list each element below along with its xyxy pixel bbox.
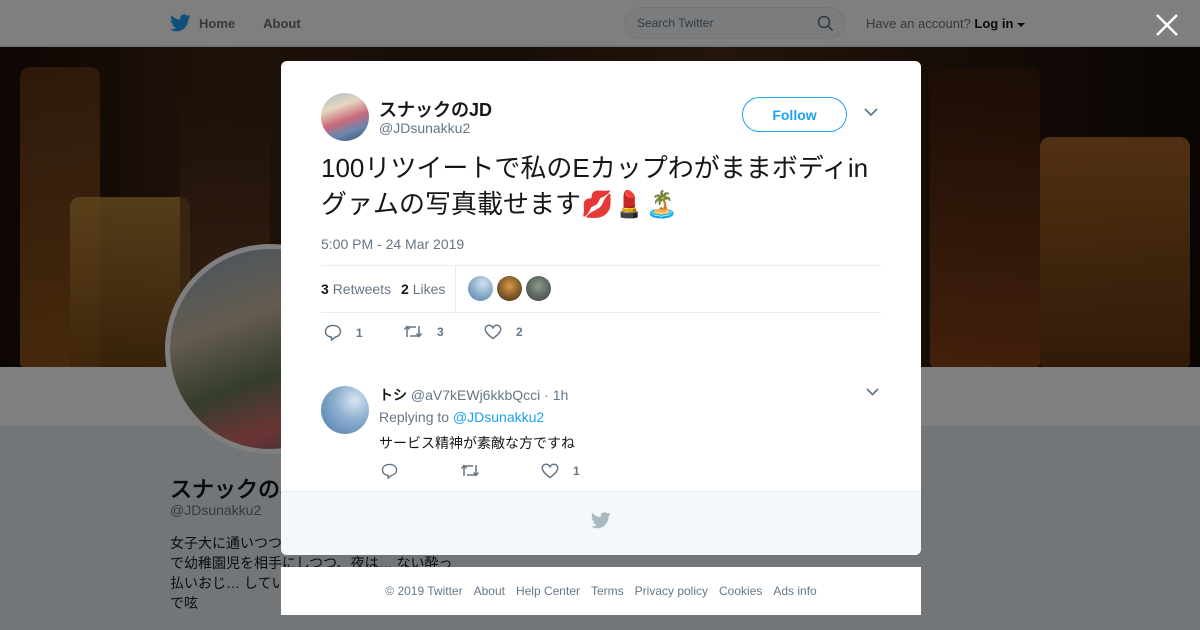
reply-actions: 1 <box>381 463 681 483</box>
reply-author-avatar[interactable] <box>321 386 369 434</box>
chevron-down-icon[interactable] <box>864 108 878 117</box>
liker-avatar[interactable] <box>468 276 493 301</box>
tweet-actions: 1 3 2 <box>321 324 621 344</box>
reply-icon <box>381 463 398 479</box>
reply-like-count: 1 <box>573 464 580 478</box>
like-count: 2 <box>516 325 523 339</box>
footer-link-about[interactable]: About <box>474 584 505 598</box>
reply-button[interactable]: 1 <box>324 324 363 341</box>
footer-link-help-center[interactable]: Help Center <box>516 584 580 598</box>
footer-copyright: © 2019 Twitter <box>385 584 463 598</box>
close-icon[interactable] <box>1154 12 1180 38</box>
tweet-text: 100リツイートで私のEカップわがままボディinグァムの写真載せます💋💄🏝️ <box>321 153 869 219</box>
footer-link-cookies[interactable]: Cookies <box>719 584 762 598</box>
tweet-author-avatar[interactable] <box>321 93 369 141</box>
footer-link-terms[interactable]: Terms <box>591 584 624 598</box>
reply-retweet-button[interactable] <box>460 463 480 478</box>
reply-text: サービス精神が素敵な方ですね <box>379 435 575 451</box>
replying-to-link[interactable]: @JDsunakku2 <box>453 409 544 425</box>
reply-header: トシ @aV7kEWj6kkbQcci · 1h <box>379 385 568 405</box>
retweets-count: 3 <box>321 281 329 297</box>
retweet-button[interactable]: 3 <box>403 324 444 339</box>
follow-button[interactable]: Follow <box>742 97 847 132</box>
tweet-author-handle[interactable]: @JDsunakku2 <box>379 120 470 136</box>
modal-footer <box>281 491 921 555</box>
reply-like-button[interactable]: 1 <box>541 463 580 479</box>
retweet-icon <box>403 325 423 338</box>
retweet-icon <box>460 464 480 477</box>
reply-reply-button[interactable] <box>381 463 398 479</box>
footer-links: © 2019 Twitter About Help Center Terms P… <box>281 567 921 615</box>
heart-icon <box>484 324 502 340</box>
likes-label: Likes <box>412 281 446 297</box>
likes-count: 2 <box>401 281 409 297</box>
reply-time[interactable]: · 1h <box>544 387 568 403</box>
tweet-stats: 3 Retweets 2 Likes <box>321 265 881 313</box>
likes-stat[interactable]: 2 Likes <box>401 281 445 297</box>
footer-link-ads-info[interactable]: Ads info <box>773 584 816 598</box>
reply-author-name[interactable]: トシ <box>379 387 407 403</box>
retweet-count: 3 <box>437 324 444 339</box>
replying-to: Replying to @JDsunakku2 <box>379 409 544 425</box>
reply-icon <box>324 324 342 341</box>
retweets-label: Retweets <box>332 281 392 297</box>
tweet-author-name[interactable]: スナックのJD <box>379 96 492 122</box>
tweet-timestamp[interactable]: 5:00 PM - 24 Mar 2019 <box>321 236 464 252</box>
reply-count: 1 <box>356 325 363 340</box>
stats-divider <box>455 266 456 313</box>
like-button[interactable]: 2 <box>484 324 523 340</box>
heart-icon <box>541 463 559 479</box>
liker-avatar[interactable] <box>497 276 522 301</box>
footer-link-privacy[interactable]: Privacy policy <box>635 584 708 598</box>
replying-prefix: Replying to <box>379 409 450 425</box>
retweets-stat[interactable]: 3 Retweets <box>321 281 391 297</box>
twitter-bird-icon <box>591 512 611 529</box>
tweet-modal: スナックのJD @JDsunakku2 Follow 100リツイートで私のEカ… <box>281 61 921 555</box>
chevron-down-icon[interactable] <box>866 388 879 396</box>
liker-avatar[interactable] <box>526 276 551 301</box>
reply-author-handle[interactable]: @aV7kEWj6kkbQcci <box>411 387 540 403</box>
